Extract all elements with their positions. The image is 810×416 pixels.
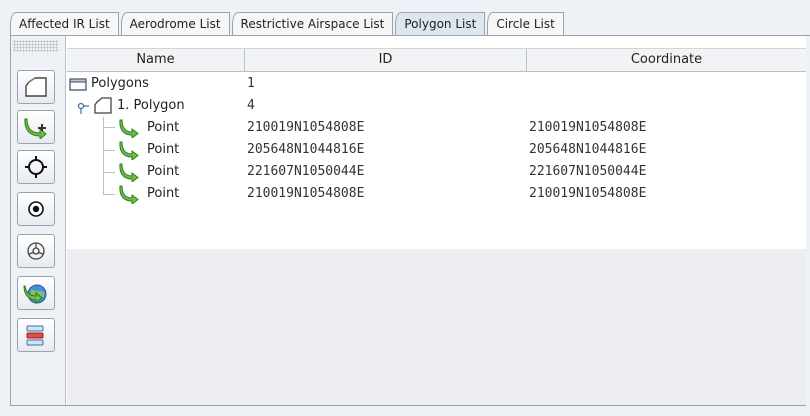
vertical-toolbar — [11, 36, 66, 405]
column-header-id[interactable]: ID — [245, 49, 527, 72]
table-row[interactable]: Polygons 1 — [67, 73, 806, 95]
folder-icon — [69, 76, 87, 92]
row-name: Point — [147, 186, 180, 201]
row-name: 1. Polygon — [117, 98, 185, 113]
tab-strip: Affected IR List Aerodrome List Restrict… — [0, 0, 810, 36]
list-remove-button[interactable] — [17, 318, 55, 352]
steering-wheel-button[interactable] — [17, 234, 55, 268]
crosshair-button[interactable] — [17, 150, 55, 184]
polygon-shape-button[interactable] — [17, 70, 55, 104]
row-name: Point — [147, 164, 180, 179]
row-id: 205648N1044816E — [247, 142, 365, 157]
row-id: 1 — [247, 76, 255, 91]
tab-polygon-list[interactable]: Polygon List — [395, 12, 486, 36]
table-row[interactable]: Point 210019N1054808E 210019N1054808E — [67, 183, 806, 205]
polygon-shape-icon — [93, 97, 113, 115]
row-id: 210019N1054808E — [247, 120, 365, 135]
add-point-icon — [23, 115, 49, 139]
bottom-strip — [0, 406, 810, 416]
list-remove-icon — [24, 323, 48, 347]
tab-affected-ir-list[interactable]: Affected IR List — [10, 12, 119, 36]
row-name: Point — [147, 120, 180, 135]
row-coordinate: 210019N1054808E — [529, 120, 647, 135]
column-header-coordinate[interactable]: Coordinate — [527, 49, 806, 72]
expand-handle-icon[interactable] — [77, 99, 91, 114]
point-icon — [119, 140, 141, 161]
row-id: 221607N1050044E — [247, 164, 365, 179]
point-icon — [119, 162, 141, 183]
row-id: 4 — [247, 98, 255, 113]
row-coordinate: 205648N1044816E — [529, 142, 647, 157]
tab-circle-list[interactable]: Circle List — [487, 12, 564, 36]
table-empty-area — [67, 249, 806, 405]
point-icon — [119, 118, 141, 139]
tab-aerodrome-list[interactable]: Aerodrome List — [120, 12, 230, 36]
table-header: Name ID Coordinate — [67, 48, 806, 72]
column-header-name[interactable]: Name — [67, 49, 245, 72]
row-name: Polygons — [91, 76, 149, 91]
row-coordinate: 221607N1050044E — [529, 164, 647, 179]
table-body: Polygons 1 1. Polygon 4 Point 210019N105… — [67, 73, 806, 249]
tab-restrictive-airspace-list[interactable]: Restrictive Airspace List — [231, 12, 394, 36]
table-row[interactable]: 1. Polygon 4 — [67, 95, 806, 117]
row-id: 210019N1054808E — [247, 186, 365, 201]
polygon-tree-table: Name ID Coordinate Polygons 1 1. Polygon… — [67, 36, 806, 405]
point-icon — [119, 184, 141, 205]
circle-target-button[interactable] — [17, 192, 55, 226]
crosshair-icon — [23, 154, 49, 180]
circle-target-icon — [24, 197, 48, 221]
add-point-button[interactable] — [17, 110, 55, 144]
steering-wheel-icon — [25, 240, 47, 262]
table-row[interactable]: Point 221607N1050044E 221607N1050044E — [67, 161, 806, 183]
toolbar-grip[interactable] — [13, 40, 59, 52]
polygon-shape-icon — [23, 76, 49, 98]
polygon-list-panel: Name ID Coordinate Polygons 1 1. Polygon… — [10, 36, 806, 406]
globe-arrow-button[interactable] — [17, 276, 55, 310]
table-row[interactable]: Point 205648N1044816E 205648N1044816E — [67, 139, 806, 161]
table-row[interactable]: Point 210019N1054808E 210019N1054808E — [67, 117, 806, 139]
row-name: Point — [147, 142, 180, 157]
tab-bar: Affected IR List Aerodrome List Restrict… — [10, 12, 566, 36]
row-coordinate: 210019N1054808E — [529, 186, 647, 201]
globe-arrow-icon — [23, 280, 49, 306]
